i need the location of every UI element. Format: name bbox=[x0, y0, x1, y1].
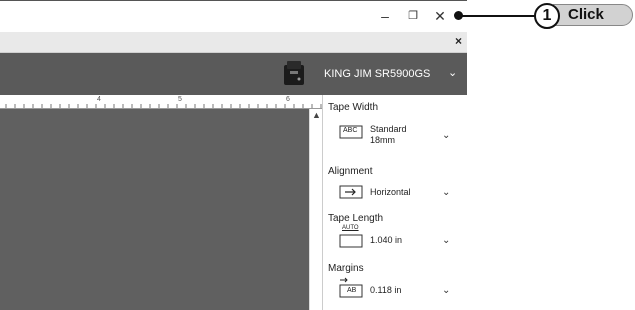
tape-length-value[interactable]: 1.040 in bbox=[370, 235, 402, 246]
tape-length-label: Tape Length bbox=[328, 213, 384, 224]
printer-bar: KING JIM SR5900GS ⌄ bbox=[0, 53, 467, 95]
alignment-icon bbox=[339, 184, 363, 200]
tape-width-value-1[interactable]: Standard bbox=[370, 124, 407, 135]
close-button[interactable]: ✕ bbox=[427, 5, 453, 27]
ruler-mark: 4 bbox=[97, 96, 101, 103]
title-bar: – ❐ ✕ bbox=[0, 0, 467, 32]
callout-line bbox=[459, 15, 537, 17]
margins-label: Margins bbox=[328, 263, 364, 274]
printer-name[interactable]: KING JIM SR5900GS bbox=[324, 68, 430, 80]
tape-width-label: Tape Width bbox=[328, 102, 379, 113]
printer-icon bbox=[284, 61, 304, 85]
chevron-down-icon[interactable]: ⌄ bbox=[442, 285, 450, 296]
ruler-ticks bbox=[5, 104, 322, 108]
vertical-scrollbar[interactable]: ▲ bbox=[309, 109, 322, 310]
minimize-button[interactable]: – bbox=[372, 5, 398, 27]
margins-icon: AB bbox=[339, 277, 363, 299]
label-canvas[interactable] bbox=[0, 95, 322, 310]
properties-panel: Tape Width ABC Standard 18mm ⌄ Alignment… bbox=[322, 95, 467, 310]
restore-button[interactable]: ❐ bbox=[400, 5, 426, 27]
callout-dot bbox=[454, 11, 463, 20]
margins-icon-text: AB bbox=[347, 287, 357, 294]
tape-width-icon-text: ABC bbox=[343, 127, 358, 134]
alignment-label: Alignment bbox=[328, 166, 373, 177]
tape-width-icon: ABC bbox=[339, 124, 363, 140]
scroll-up-icon[interactable]: ▲ bbox=[311, 109, 322, 121]
banner-close-icon[interactable]: × bbox=[455, 34, 462, 48]
chevron-down-icon[interactable]: ⌄ bbox=[442, 187, 450, 198]
chevron-down-icon[interactable]: ⌄ bbox=[442, 130, 450, 141]
click-callout: Click bbox=[553, 4, 633, 26]
app-window: – ❐ ✕ × KING JIM SR5900GS ⌄ 4 5 6 ▲ Tape… bbox=[0, 0, 467, 310]
tape-length-icon: AUTO bbox=[339, 225, 363, 249]
notification-bar: × bbox=[0, 32, 467, 53]
step-number: 1 bbox=[534, 3, 560, 29]
ruler-mark: 5 bbox=[178, 96, 182, 103]
alignment-value[interactable]: Horizontal bbox=[370, 187, 411, 198]
margins-value[interactable]: 0.118 in bbox=[370, 285, 401, 296]
chevron-down-icon[interactable]: ⌄ bbox=[442, 235, 450, 246]
ruler: 4 5 6 bbox=[0, 95, 322, 109]
chevron-down-icon[interactable]: ⌄ bbox=[448, 66, 457, 79]
ruler-mark: 6 bbox=[286, 96, 290, 103]
tape-width-value-2[interactable]: 18mm bbox=[370, 135, 395, 146]
